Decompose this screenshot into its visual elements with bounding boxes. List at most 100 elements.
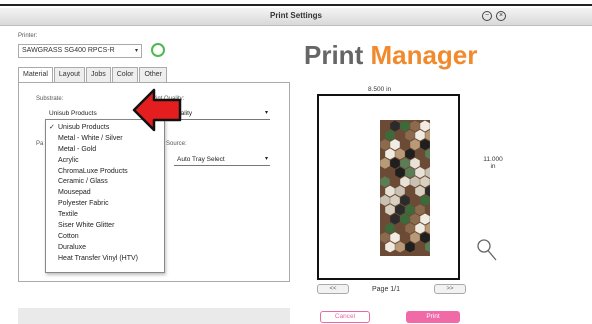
hexagon-tile <box>425 148 430 160</box>
hexagon-tile <box>425 167 430 178</box>
dropdown-option-acrylic[interactable]: Acrylic <box>46 155 164 166</box>
hexagon-tile <box>415 167 425 178</box>
substrate-select-value: Unisub Products <box>49 110 97 117</box>
hexagon-tile <box>410 157 420 169</box>
hexagon-tile <box>420 139 430 151</box>
hexagon-tile <box>395 204 405 216</box>
dropdown-option-metal-gold[interactable]: Metal - Gold <box>46 144 164 155</box>
paper-label: Pa <box>36 141 44 147</box>
hexagon-tile <box>405 148 415 160</box>
tab-layout[interactable]: Layout <box>53 67 85 82</box>
hexagon-tile <box>410 213 420 225</box>
hexagon-tile <box>405 241 415 253</box>
top-border-line <box>0 4 592 6</box>
hexagon-tile <box>410 176 420 188</box>
hexagon-tile <box>415 222 425 234</box>
cancel-button[interactable]: Cancel <box>320 311 370 323</box>
chevron-down-icon: ▾ <box>264 110 268 116</box>
minimize-circle-icon[interactable]: − <box>482 11 492 21</box>
dropdown-option-metal-white-silver[interactable]: Metal - White / Silver <box>46 133 164 144</box>
hexagon-tile <box>400 157 410 169</box>
hexagon-tile <box>405 129 415 141</box>
hexagon-tile <box>400 194 410 206</box>
hexagon-tile <box>385 222 395 234</box>
hexagon-tile <box>385 204 395 216</box>
hexagon-tile <box>395 185 405 197</box>
hexagon-tile <box>410 120 420 132</box>
hexagon-tile <box>385 148 395 160</box>
printer-select-value: SAWGRASS SG400 RPCS-R <box>22 47 115 54</box>
checkmark-icon: ✓ <box>49 124 55 131</box>
hexagon-tile <box>385 129 395 141</box>
hexagon-tile <box>400 120 410 132</box>
print-quality-select[interactable]: uality ▾ <box>174 108 270 120</box>
hexagon-tile <box>380 139 390 151</box>
chevron-down-icon: ▾ <box>264 156 268 162</box>
tab-jobs[interactable]: Jobs <box>85 67 111 82</box>
hexagon-tile <box>420 194 430 206</box>
hexagon-tile <box>400 176 410 188</box>
hexagon-tile <box>425 241 430 253</box>
dropdown-option-ceramic-glass[interactable]: Ceramic / Glass <box>46 176 164 187</box>
tab-color[interactable]: Color <box>111 67 139 82</box>
hexagon-tile <box>380 232 390 244</box>
hexagon-tile <box>380 157 390 169</box>
red-arrow-annotation-icon <box>132 88 182 132</box>
hexagon-tile <box>410 232 420 244</box>
source-select[interactable]: Auto Tray Select ▾ <box>174 154 270 166</box>
printer-select[interactable]: SAWGRASS SG400 RPCS-R ▾ <box>18 44 142 58</box>
title-bar: Print Settings − × <box>0 8 592 26</box>
tab-other[interactable]: Other <box>139 67 167 82</box>
hexagon-tile <box>395 167 405 178</box>
preview-artwork-image <box>380 120 430 256</box>
hexagon-tile <box>420 176 430 188</box>
dropdown-option-mousepad[interactable]: Mousepad <box>46 187 164 198</box>
dropdown-option-heat-transfer-vinyl[interactable]: Heat Transfer Vinyl (HTV) <box>46 253 164 264</box>
substrate-dropdown: ✓ Unisub Products Metal - White / Silver … <box>45 119 165 273</box>
hexagon-tile <box>425 129 430 141</box>
hexagon-tile <box>395 148 405 160</box>
preview-height-label: 11.000 in <box>483 156 503 170</box>
hexagon-tile <box>410 139 420 151</box>
hexagon-tile <box>395 241 405 253</box>
hexagon-tile <box>420 232 430 244</box>
hexagon-tile <box>390 120 400 132</box>
hexagon-tile <box>415 204 425 216</box>
dropdown-option-siser-white-glitter[interactable]: Siser White Glitter <box>46 220 164 231</box>
hexagon-tile <box>385 185 395 197</box>
prev-page-button[interactable]: << <box>317 284 349 294</box>
chevron-down-icon: ▾ <box>134 48 138 54</box>
hexagon-tile <box>390 194 400 206</box>
hexagon-tile <box>380 176 390 188</box>
dropdown-option-textile[interactable]: Textile <box>46 209 164 220</box>
print-manager-logo: Print Manager <box>304 40 478 70</box>
print-button[interactable]: Print <box>406 311 460 323</box>
hexagon-tile <box>420 120 430 132</box>
dropdown-option-duraluxe[interactable]: Duraluxe <box>46 242 164 253</box>
close-circle-icon[interactable]: × <box>496 11 506 21</box>
tab-material[interactable]: Material <box>18 67 53 82</box>
hexagon-tile <box>400 213 410 225</box>
hexagon-tile <box>425 185 430 197</box>
dropdown-option-polyester-fabric[interactable]: Polyester Fabric <box>46 198 164 209</box>
hexagon-tile <box>390 139 400 151</box>
hexagon-tile <box>415 185 425 197</box>
dropdown-option-chromaluxe-products[interactable]: ChromaLuxe Products <box>46 166 164 177</box>
hexagon-tile <box>405 204 415 216</box>
page-indicator: Page 1/1 <box>372 286 401 293</box>
hexagon-tile <box>390 213 400 225</box>
hexagon-tile <box>390 157 400 169</box>
dropdown-option-cotton[interactable]: Cotton <box>46 231 164 242</box>
zoom-magnifier-icon[interactable] <box>476 238 498 264</box>
settings-tabs: Material Layout Jobs Color Other <box>18 67 168 82</box>
hexagon-tile <box>420 213 430 225</box>
printer-label: Printer: <box>18 33 38 39</box>
source-select-value: Auto Tray Select <box>177 156 225 163</box>
hexagon-tile <box>390 232 400 244</box>
footer-bar <box>18 308 290 324</box>
next-page-button[interactable]: >> <box>434 284 466 294</box>
hexagon-tile <box>380 194 390 206</box>
hexagon-tile <box>415 129 425 141</box>
hexagon-pattern-icon <box>380 120 430 253</box>
substrate-label: Substrate: <box>36 96 64 102</box>
